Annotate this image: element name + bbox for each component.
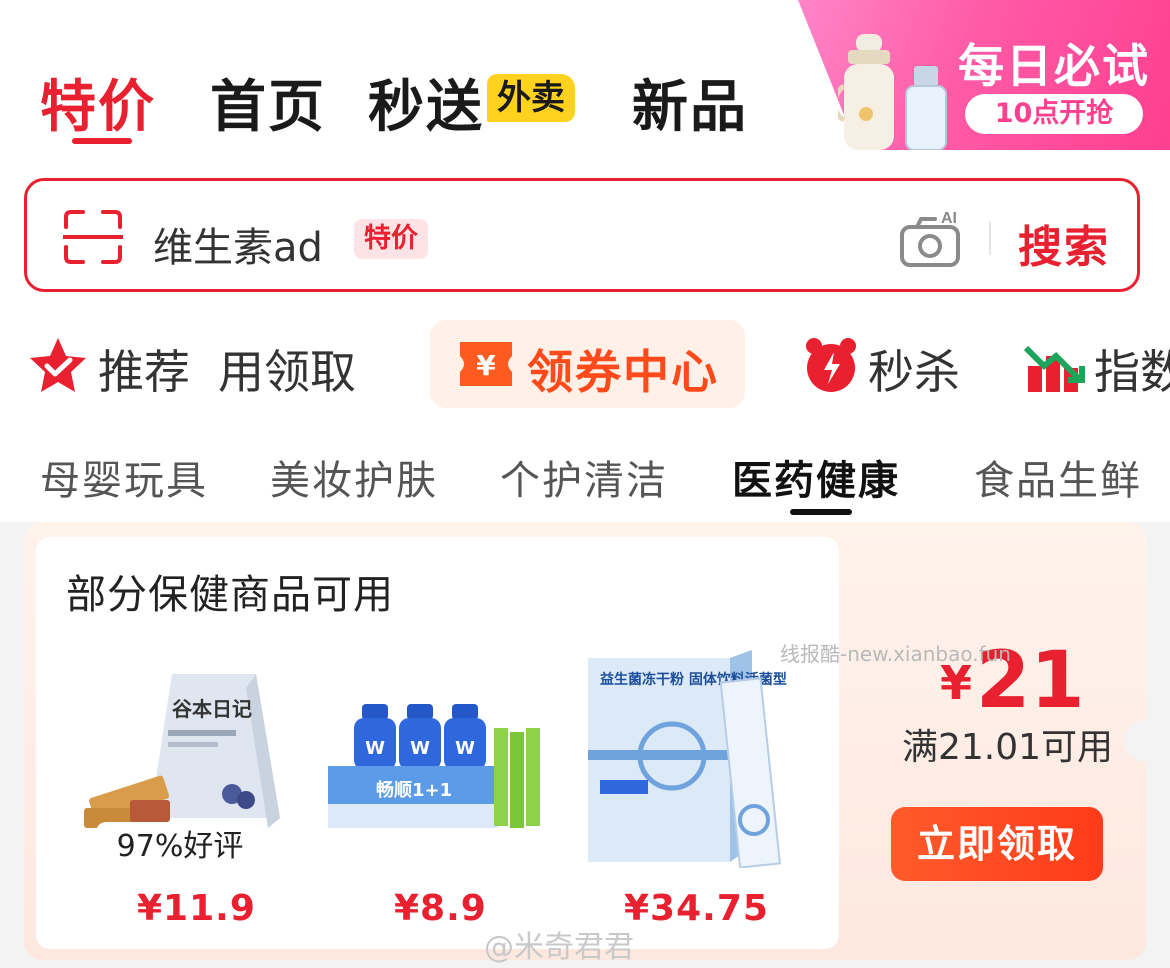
ticket-notch	[1124, 720, 1166, 762]
svg-text:W: W	[365, 738, 385, 759]
channel-flash-sale[interactable]: 秒杀	[868, 336, 960, 402]
ai-camera-icon[interactable]: AI	[899, 207, 967, 269]
product-2-pack-text: 畅顺1+1	[376, 779, 452, 801]
product-image-2[interactable]: W W W 畅顺1+1	[326, 704, 554, 832]
coupon-center-button[interactable]: ¥ 领券中心	[430, 320, 745, 408]
category-baby-toys[interactable]: 母婴玩具	[40, 448, 208, 506]
category-beauty[interactable]: 美妆护肤	[270, 448, 438, 506]
coupon-scope-title: 部分保健商品可用	[66, 572, 394, 618]
svg-text:W: W	[410, 738, 430, 759]
scan-icon[interactable]	[63, 209, 123, 265]
category-active-indicator	[790, 509, 852, 515]
product-3-price: ¥34.75	[624, 888, 769, 929]
yen-ticket-icon: ¥	[460, 342, 512, 386]
search-divider	[989, 221, 991, 255]
product-1-rating: 97%好评	[96, 822, 264, 872]
weibo-watermark: @米奇君君	[484, 930, 634, 965]
site-watermark: 线报酷-new.xianbao.fun	[780, 642, 1011, 666]
active-tab-indicator	[72, 138, 132, 144]
channel-coupon-claim[interactable]: 用领取	[218, 336, 356, 402]
category-personal-care[interactable]: 个护清洁	[500, 448, 668, 506]
waimai-badge: 外卖	[487, 74, 575, 122]
promo-title: 每日必试	[958, 39, 1150, 93]
tab-miaosong[interactable]: 秒送	[368, 62, 484, 143]
tab-new[interactable]: 新品	[632, 62, 748, 143]
tab-home[interactable]: 首页	[210, 62, 326, 143]
search-button[interactable]: 搜索	[1018, 211, 1110, 275]
category-health[interactable]: 医药健康	[732, 448, 900, 506]
product-1-brand: 谷本日记	[172, 697, 252, 721]
search-bar[interactable]: 维生素ad 特价 AI 搜索	[24, 178, 1140, 292]
product-2-price: ¥8.9	[394, 888, 487, 929]
coupon-condition: 满21.01可用	[902, 727, 1114, 768]
product-image-3[interactable]: 益生菌冻干粉 固体饮料活菌型	[584, 650, 806, 868]
ai-badge: AI	[941, 210, 957, 227]
product-image-1[interactable]: 谷本日记	[80, 668, 290, 838]
daily-trial-banner[interactable]: 每日必试 10点开抢	[798, 0, 1170, 150]
search-tag: 特价	[354, 219, 428, 259]
search-input[interactable]: 维生素ad	[153, 215, 323, 273]
alarm-clock-icon	[806, 338, 856, 392]
claim-button[interactable]: 立即领取	[891, 807, 1103, 881]
channel-recommend[interactable]: 推荐	[98, 336, 190, 402]
category-food[interactable]: 食品生鲜	[974, 448, 1142, 506]
coupon-center-label: 领券中心	[527, 345, 719, 399]
chart-icon	[1024, 345, 1085, 392]
star-check-icon	[30, 338, 86, 392]
promo-subtitle: 10点开抢	[965, 94, 1143, 134]
svg-text:W: W	[455, 738, 475, 759]
tab-tejia[interactable]: 特价	[40, 62, 156, 143]
baby-bottle-image	[838, 34, 894, 150]
svg-text:¥: ¥	[476, 349, 496, 382]
channel-index[interactable]: 指数	[1094, 336, 1170, 402]
serum-bottle-image	[905, 66, 947, 150]
product-1-price: ¥11.9	[137, 888, 256, 929]
